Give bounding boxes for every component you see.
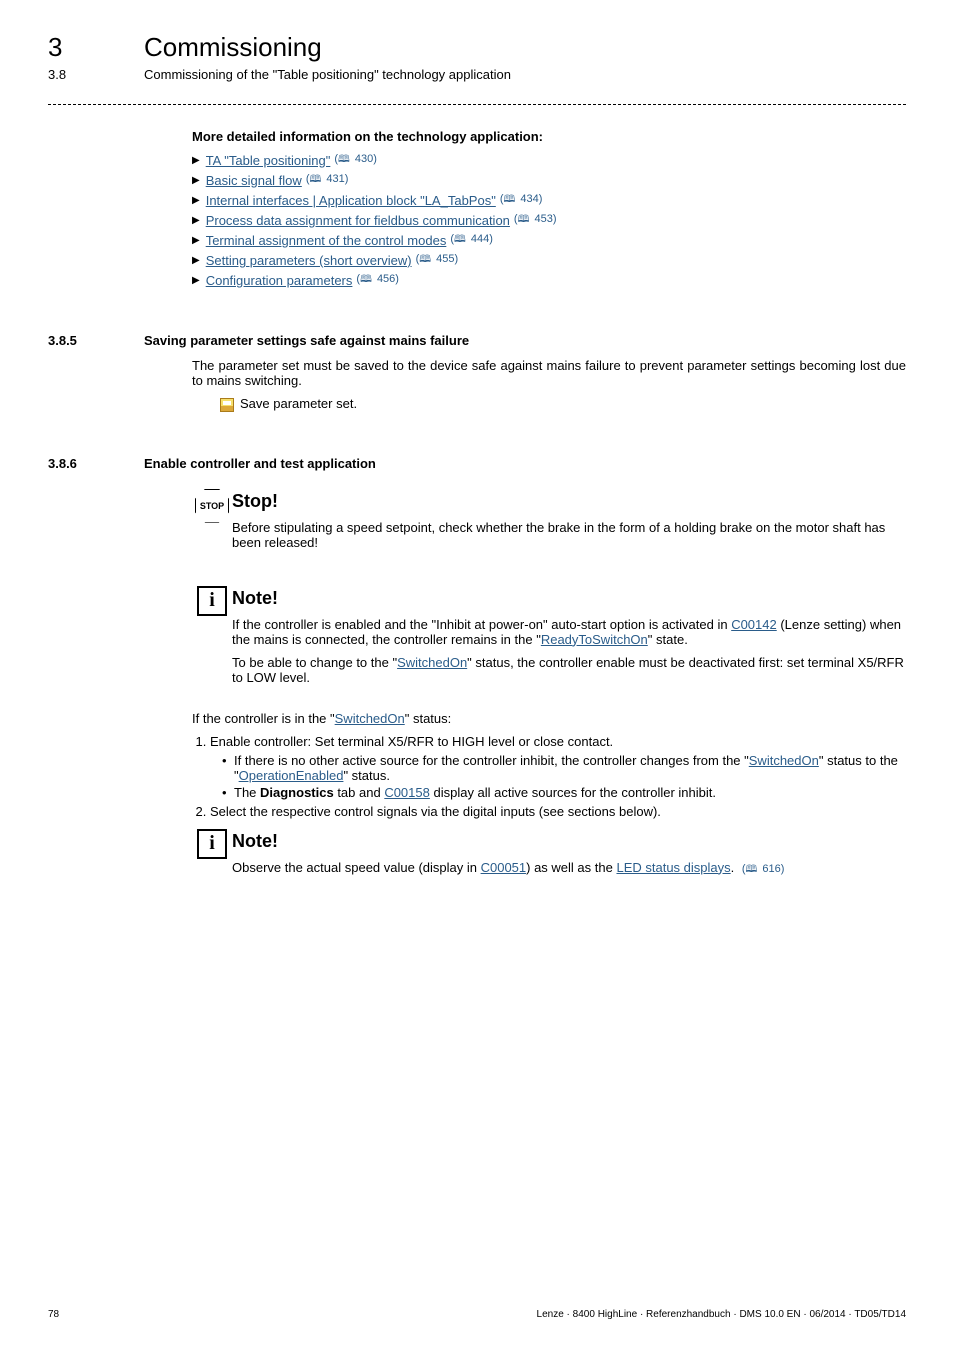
list-item: ▶ Internal interfaces | Application block… xyxy=(192,192,906,209)
xref-link[interactable]: Basic signal flow xyxy=(206,173,302,188)
state-link[interactable]: SwitchedOn xyxy=(335,711,405,726)
note-text: If the controller is enabled and the "In… xyxy=(232,617,906,647)
param-link[interactable]: C00142 xyxy=(731,617,777,632)
book-icon: 🕮 xyxy=(338,154,350,165)
list-item: ▶ TA "Table positioning"(🕮 430) xyxy=(192,152,906,169)
xref-link[interactable]: Terminal assignment of the control modes xyxy=(206,233,447,248)
chapter-number: 3 xyxy=(48,32,144,63)
book-icon: 🕮 xyxy=(746,864,758,875)
note-callout: i Note! If the controller is enabled and… xyxy=(192,586,906,693)
info-icon: i xyxy=(197,829,227,859)
procedure-list: Enable controller: Set terminal X5/RFR t… xyxy=(210,734,906,819)
list-item: If there is no other active source for t… xyxy=(222,753,906,783)
page-ref[interactable]: (🕮 616) xyxy=(742,863,785,875)
list-item: ▶ Setting parameters (short overview) (🕮 4… xyxy=(192,252,906,269)
diagnostics-label: Diagnostics xyxy=(260,785,334,800)
page-ref[interactable]: (🕮 431) xyxy=(306,172,349,189)
book-icon: 🕮 xyxy=(503,194,515,205)
page-footer: 78 Lenze · 8400 HighLine · Referenzhandb… xyxy=(48,1309,906,1320)
xref-link[interactable]: Process data assignment for fieldbus com… xyxy=(206,213,510,228)
xref-link[interactable]: Configuration parameters xyxy=(206,273,353,288)
page-ref[interactable]: (🕮 455) xyxy=(416,252,459,269)
note-title: Note! xyxy=(232,831,906,852)
list-item: Enable controller: Set terminal X5/RFR t… xyxy=(210,734,906,800)
stop-text: Before stipulating a speed setpoint, che… xyxy=(232,520,906,550)
section-title: Enable controller and test application xyxy=(144,456,376,471)
state-link[interactable]: OperationEnabled xyxy=(239,768,344,783)
triangle-icon: ▶ xyxy=(192,155,200,166)
triangle-icon: ▶ xyxy=(192,195,200,206)
book-icon: 🕮 xyxy=(454,234,466,245)
state-link[interactable]: SwitchedOn xyxy=(397,655,467,670)
stop-icon: STOP xyxy=(195,489,229,523)
save-icon xyxy=(220,398,234,412)
list-item: ▶ Terminal assignment of the control mode… xyxy=(192,232,906,249)
note-text: Observe the actual speed value (display … xyxy=(232,860,906,879)
lead-paragraph: If the controller is in the "SwitchedOn"… xyxy=(192,711,906,726)
triangle-icon: ▶ xyxy=(192,255,200,266)
book-icon: 🕮 xyxy=(309,174,321,185)
page-ref[interactable]: (🕮 434) xyxy=(500,192,543,209)
chapter-title: Commissioning xyxy=(144,32,322,63)
xref-link[interactable]: Internal interfaces | Application block … xyxy=(206,193,496,208)
triangle-icon: ▶ xyxy=(192,275,200,286)
list-item: ▶ Configuration parameters(🕮 456) xyxy=(192,272,906,289)
page-number: 78 xyxy=(48,1309,59,1320)
section-title: Saving parameter settings safe against m… xyxy=(144,333,469,348)
divider xyxy=(48,104,906,105)
section-paragraph: The parameter set must be saved to the d… xyxy=(192,358,906,388)
subsection-title: Commissioning of the "Table positioning"… xyxy=(144,67,511,82)
page-ref[interactable]: (🕮 444) xyxy=(450,232,493,249)
list-item: ▶ Process data assignment for fieldbus co… xyxy=(192,212,906,229)
page-ref[interactable]: (🕮 430) xyxy=(334,152,377,169)
intro-link-list: ▶ TA "Table positioning"(🕮 430) ▶ Basic si… xyxy=(192,152,906,289)
xref-link[interactable]: LED status displays xyxy=(616,860,730,875)
save-instruction: Save parameter set. xyxy=(220,396,906,412)
page-ref[interactable]: (🕮 453) xyxy=(514,212,557,229)
subsection-number: 3.8 xyxy=(48,67,144,82)
param-link[interactable]: C00158 xyxy=(384,785,430,800)
triangle-icon: ▶ xyxy=(192,215,200,226)
state-link[interactable]: ReadyToSwitchOn xyxy=(541,632,648,647)
xref-link[interactable]: Setting parameters (short overview) xyxy=(206,253,412,268)
note-callout: i Note! Observe the actual speed value (… xyxy=(192,829,906,887)
note-text: To be able to change to the "SwitchedOn"… xyxy=(232,655,906,685)
footer-info: Lenze · 8400 HighLine · Referenzhandbuch… xyxy=(537,1309,906,1320)
book-icon: 🕮 xyxy=(360,274,372,285)
section-number: 3.8.6 xyxy=(48,456,144,471)
page-ref[interactable]: (🕮 456) xyxy=(356,272,399,289)
book-icon: 🕮 xyxy=(419,254,431,265)
xref-link[interactable]: TA "Table positioning" xyxy=(206,153,331,168)
list-item: Select the respective control signals vi… xyxy=(210,804,906,819)
stop-callout: STOP Stop! Before stipulating a speed se… xyxy=(192,489,906,558)
triangle-icon: ▶ xyxy=(192,235,200,246)
list-item: The Diagnostics tab and C00158 display a… xyxy=(222,785,906,800)
section-number: 3.8.5 xyxy=(48,333,144,348)
stop-title: Stop! xyxy=(232,491,906,512)
note-title: Note! xyxy=(232,588,906,609)
triangle-icon: ▶ xyxy=(192,175,200,186)
list-item: ▶ Basic signal flow (🕮 431) xyxy=(192,172,906,189)
info-icon: i xyxy=(197,586,227,616)
book-icon: 🕮 xyxy=(518,214,530,225)
intro-heading: More detailed information on the technol… xyxy=(192,129,906,144)
param-link[interactable]: C00051 xyxy=(481,860,527,875)
state-link[interactable]: SwitchedOn xyxy=(749,753,819,768)
